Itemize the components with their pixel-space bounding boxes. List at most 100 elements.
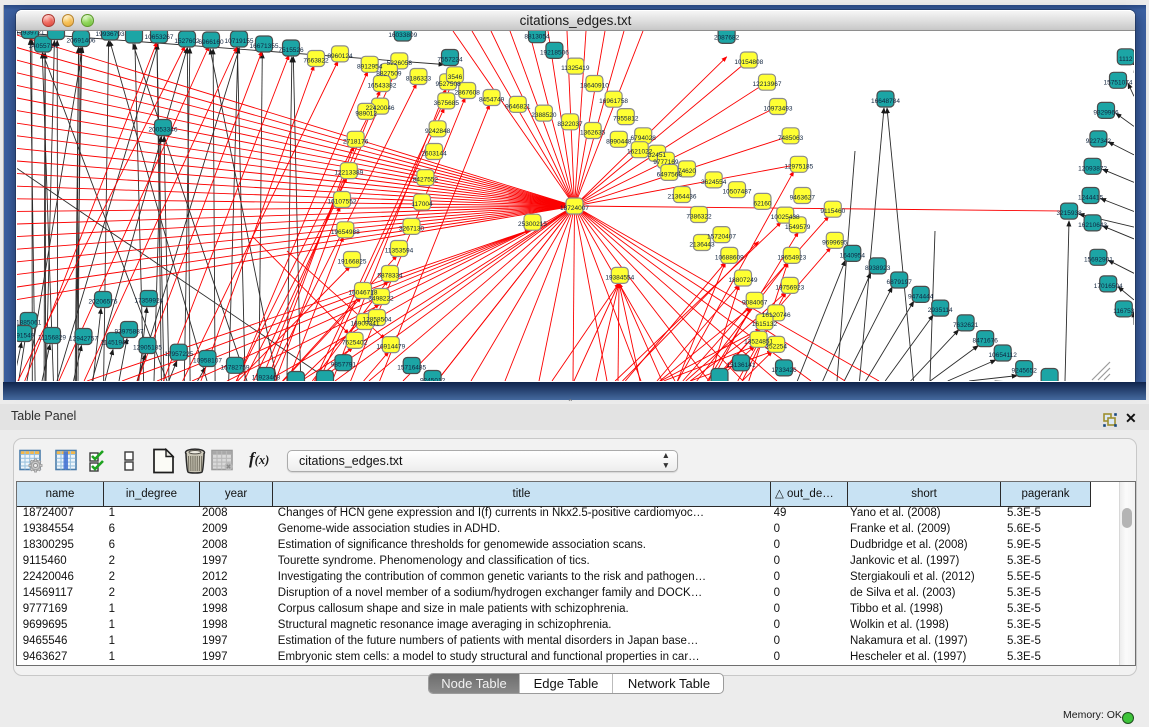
svg-text:7663822: 7663822 [303, 58, 329, 65]
svg-text:11353594: 11353594 [385, 248, 414, 255]
svg-text:17957225: 17957225 [164, 351, 193, 358]
svg-text:7625402: 7625402 [342, 339, 368, 346]
svg-text:5226058: 5226058 [387, 60, 413, 67]
svg-text:15136141: 15136141 [727, 362, 756, 369]
svg-text:2603144: 2603144 [421, 151, 447, 158]
svg-text:12905185: 12905185 [133, 345, 162, 352]
svg-text:7386322: 7386322 [686, 214, 712, 221]
svg-text:1640954: 1640954 [840, 252, 866, 259]
svg-text:3675685: 3675685 [434, 100, 460, 107]
svg-text:9857791: 9857791 [331, 362, 357, 369]
svg-text:15751074: 15751074 [1104, 79, 1133, 86]
svg-text:19384554: 19384554 [605, 274, 634, 281]
svg-text:25300215: 25300215 [518, 221, 547, 228]
svg-text:16543382: 16543382 [367, 83, 396, 90]
svg-text:62160: 62160 [753, 200, 771, 207]
svg-text:19936793: 19936793 [96, 31, 125, 38]
svg-text:16120746: 16120746 [762, 312, 791, 319]
svg-text:16961758: 16961758 [599, 98, 628, 105]
svg-text:10688609: 10688609 [715, 254, 744, 261]
svg-text:16671355: 16671355 [250, 43, 279, 50]
svg-text:116753: 116753 [1113, 308, 1134, 315]
svg-text:8990448: 8990448 [606, 138, 632, 145]
svg-text:12975185: 12975185 [784, 163, 813, 170]
svg-text:3498222: 3498222 [368, 296, 394, 303]
svg-text:9245012: 9245012 [420, 378, 446, 382]
svg-text:19654923: 19654923 [777, 254, 806, 261]
svg-text:391549: 391549 [17, 333, 35, 340]
svg-text:9463627: 9463627 [790, 195, 816, 202]
svg-text:7557224: 7557224 [437, 57, 463, 64]
svg-text:1733426: 1733426 [771, 367, 797, 374]
svg-text:1615132: 1615132 [752, 321, 778, 328]
svg-text:8960124: 8960124 [327, 53, 353, 60]
svg-text:9227342: 9227342 [1086, 138, 1112, 145]
svg-text:32451: 32451 [648, 152, 666, 159]
svg-text:16210643: 16210643 [1078, 222, 1107, 229]
svg-text:8827509: 8827509 [376, 70, 402, 77]
svg-text:10653267: 10653267 [145, 34, 174, 41]
svg-text:2718176: 2718176 [343, 138, 369, 145]
svg-text:16033809: 16033809 [388, 32, 417, 39]
svg-text:16914479: 16914479 [376, 344, 405, 351]
svg-text:14055714: 14055714 [29, 43, 58, 50]
svg-text:11325419: 11325419 [561, 65, 590, 72]
svg-text:6966160: 6966160 [198, 39, 224, 46]
svg-text:10025438: 10025438 [771, 214, 800, 221]
svg-text:5878334: 5878334 [377, 273, 403, 280]
svg-text:9245652: 9245652 [1012, 368, 1038, 375]
svg-text:16648784: 16648784 [871, 98, 900, 105]
svg-text:2136443: 2136443 [689, 242, 715, 249]
svg-text:17016504: 17016504 [1094, 283, 1123, 290]
svg-text:2087682: 2087682 [714, 34, 740, 41]
svg-text:3267130: 3267130 [399, 225, 425, 232]
svg-text:117004: 117004 [411, 201, 433, 208]
svg-text:15716485: 15716485 [397, 365, 426, 372]
svg-text:6794028: 6794028 [631, 135, 657, 142]
svg-text:93975887: 93975887 [115, 329, 144, 336]
svg-text:17359924: 17359924 [134, 298, 163, 305]
svg-text:2935114: 2935114 [928, 307, 953, 314]
svg-text:9699695: 9699695 [822, 239, 848, 246]
svg-text:20053346: 20053346 [149, 127, 178, 134]
svg-text:9527508: 9527508 [435, 81, 461, 88]
svg-text:19756923: 19756923 [775, 284, 804, 291]
svg-text:2867608: 2867608 [455, 90, 481, 97]
svg-text:9329966: 9329966 [1093, 109, 1119, 116]
svg-text:12942757: 12942757 [69, 336, 98, 343]
svg-text:3215938: 3215938 [1056, 210, 1082, 217]
svg-text:19654988: 19654988 [331, 229, 360, 236]
svg-text:8454749: 8454749 [479, 97, 505, 104]
svg-text:20206576: 20206576 [89, 299, 118, 306]
svg-text:10507487: 10507487 [723, 189, 752, 196]
svg-text:11923468: 11923468 [252, 375, 281, 382]
svg-text:1362635: 1362635 [580, 130, 606, 137]
svg-text:8938923: 8938923 [865, 265, 891, 272]
svg-text:9242848: 9242848 [425, 128, 451, 135]
svg-text:11156829: 11156829 [38, 335, 66, 342]
svg-text:10958107: 10958107 [193, 358, 222, 365]
svg-text:12213967: 12213967 [753, 81, 782, 88]
svg-text:16107552: 16107552 [328, 199, 357, 206]
svg-text:1244415: 1244415 [1078, 195, 1104, 202]
svg-text:9115460: 9115460 [820, 208, 845, 215]
svg-text:18807249: 18807249 [729, 277, 758, 284]
svg-text:11451947: 11451947 [101, 340, 130, 347]
svg-text:19166825: 19166825 [338, 259, 367, 266]
svg-text:3546: 3546 [448, 74, 463, 81]
svg-text:16782759: 16782759 [221, 364, 250, 371]
svg-text:8912954: 8912954 [357, 63, 383, 70]
svg-text:9777169: 9777169 [653, 159, 679, 166]
svg-text:15720407: 15720407 [707, 234, 736, 241]
svg-text:252254: 252254 [765, 343, 787, 350]
svg-text:7515526: 7515526 [278, 47, 304, 54]
svg-text:18724007: 18724007 [560, 205, 589, 212]
svg-text:9474444: 9474444 [908, 293, 934, 300]
svg-text:1112: 1112 [1119, 56, 1133, 63]
svg-text:2388520: 2388520 [531, 112, 557, 119]
svg-text:7632621: 7632621 [953, 322, 979, 329]
svg-text:1527602: 1527602 [174, 38, 200, 45]
svg-text:19218506: 19218506 [540, 49, 569, 56]
svg-text:9646821: 9646821 [505, 103, 531, 110]
svg-text:12939721: 12939721 [17, 31, 45, 37]
